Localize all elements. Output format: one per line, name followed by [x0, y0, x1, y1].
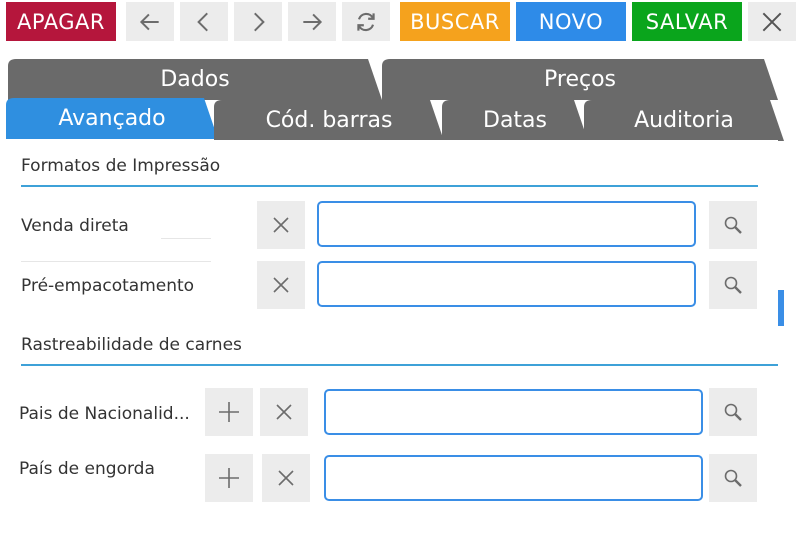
save-button[interactable]: SALVAR: [632, 2, 742, 41]
lookup-fattening-country-button[interactable]: [709, 454, 757, 502]
search-icon: [724, 276, 742, 294]
tab-cod-barras[interactable]: Cód. barras: [214, 99, 444, 141]
clear-fattening-country-button[interactable]: [262, 454, 310, 502]
tab-dados[interactable]: Dados: [8, 58, 382, 100]
lookup-nationality-button[interactable]: [709, 388, 757, 436]
ghost-line: [161, 238, 211, 239]
tab-datas-label: Datas: [483, 107, 547, 133]
fattening-country-input[interactable]: [324, 455, 703, 501]
forward-button[interactable]: [288, 2, 336, 41]
tab-bar: Dados Preços Avançado Cód. barras Datas …: [0, 56, 799, 142]
new-button[interactable]: NOVO: [516, 2, 626, 41]
prepack-input[interactable]: [317, 261, 696, 307]
tab-cod-barras-label: Cód. barras: [265, 107, 393, 133]
tab-auditoria[interactable]: Auditoria: [584, 99, 784, 141]
close-icon: [278, 470, 294, 486]
refresh-button[interactable]: [342, 2, 390, 41]
scrollbar-thumb[interactable]: [778, 290, 784, 326]
plus-icon: [219, 468, 239, 488]
arrow-left-icon: [139, 13, 159, 30]
chevron-right-icon: [254, 12, 265, 31]
field-label-fattening-country: País de engorda: [19, 459, 155, 479]
close-icon: [273, 217, 289, 233]
search-button[interactable]: BUSCAR: [400, 2, 510, 41]
next-button[interactable]: [234, 2, 282, 41]
tab-dados-label: Dados: [160, 66, 230, 92]
field-label-prepack: Pré-empacotamento: [21, 276, 195, 296]
nationality-input[interactable]: [324, 389, 703, 435]
clear-nationality-button[interactable]: [260, 388, 308, 436]
close-icon: [273, 277, 289, 293]
tab-avancado[interactable]: Avançado: [6, 97, 218, 139]
field-label-nationality: Pais de Nacionalid...: [19, 404, 190, 424]
tab-avancado-label: Avançado: [58, 105, 166, 131]
close-icon: [762, 12, 782, 31]
section-title-meat-traceability: Rastreabilidade de carnes: [21, 335, 242, 355]
search-icon: [724, 216, 742, 234]
tab-datas[interactable]: Datas: [442, 99, 588, 141]
refresh-icon: [357, 12, 375, 31]
tab-auditoria-label: Auditoria: [634, 107, 734, 133]
close-button[interactable]: [748, 2, 796, 41]
delete-button[interactable]: APAGAR: [6, 2, 116, 41]
section-divider: [21, 185, 758, 187]
arrow-right-icon: [303, 13, 323, 30]
meat-traceability-panel: Pais de Nacionalid... País de engorda: [4, 376, 794, 508]
search-icon: [724, 469, 742, 487]
lookup-direct-sale-button[interactable]: [709, 201, 757, 249]
tab-precos-label: Preços: [544, 66, 616, 92]
lookup-prepack-button[interactable]: [709, 261, 757, 309]
section-divider: [21, 364, 778, 366]
close-icon: [276, 404, 292, 420]
ghost-line: [21, 261, 211, 262]
chevron-left-icon: [197, 12, 208, 31]
print-formats-panel: Formatos de Impressão Venda direta Pré-e…: [6, 140, 778, 376]
direct-sale-input[interactable]: [317, 201, 696, 247]
search-icon: [724, 403, 742, 421]
clear-prepack-button[interactable]: [257, 261, 305, 309]
tab-precos[interactable]: Preços: [382, 58, 778, 100]
previous-button[interactable]: [180, 2, 228, 41]
add-nationality-button[interactable]: [205, 388, 253, 436]
back-button[interactable]: [126, 2, 174, 41]
section-title-print-formats: Formatos de Impressão: [21, 156, 221, 176]
add-fattening-country-button[interactable]: [205, 454, 253, 502]
plus-icon: [219, 402, 239, 422]
toolbar: APAGAR BUSCAR NOVO SALVAR: [0, 0, 799, 44]
clear-direct-sale-button[interactable]: [257, 201, 305, 249]
field-label-direct-sale: Venda direta: [21, 216, 129, 236]
